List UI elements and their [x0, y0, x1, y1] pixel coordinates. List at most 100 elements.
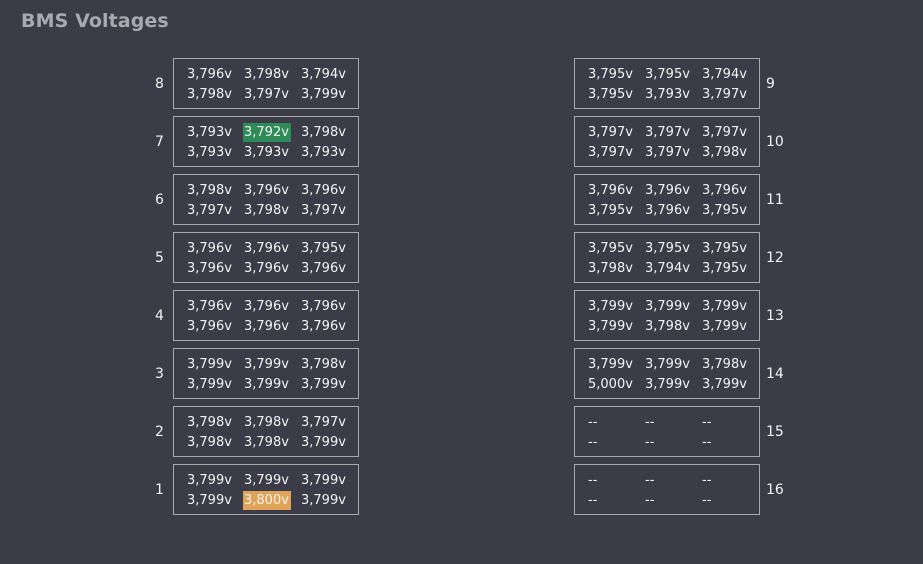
module-row-3: 3 3,799v 3,799v 3,798v 3,799v 3,799v 3,799v [155, 347, 359, 400]
cell-voltage: -- [702, 473, 712, 488]
cell-voltage: 3,799v [702, 377, 747, 392]
cell-voltage: 3,798v [187, 415, 232, 430]
cell-voltage: -- [588, 435, 598, 450]
cell-voltage-min: 3,792v [243, 123, 291, 142]
module-box-10: 3,797v 3,797v 3,797v 3,797v 3,797v 3,798v [574, 116, 760, 167]
cell-voltage: 3,796v [244, 319, 289, 334]
cell-voltage: 3,799v [702, 299, 747, 314]
module-box-5: 3,796v 3,796v 3,795v 3,796v 3,796v 3,796v [173, 232, 359, 283]
module-row-4: 4 3,796v 3,796v 3,796v 3,796v 3,796v 3,796v [155, 289, 359, 342]
cell-row: 3,797v 3,797v 3,797v [587, 123, 759, 143]
cell-row: 5,000v 3,799v 3,799v [587, 375, 759, 395]
module-row-11: 3,796v 3,796v 3,796v 3,795v 3,796v 3,795v 11 [574, 173, 784, 226]
module-row-9: 3,795v 3,795v 3,794v 3,795v 3,793v 3,797v 9 [574, 57, 784, 110]
cell-voltage: 3,798v [187, 435, 232, 450]
right-module-column: 3,795v 3,795v 3,794v 3,795v 3,793v 3,797v 9 3,7… [574, 57, 784, 521]
cell-row: 3,795v 3,793v 3,797v [587, 85, 759, 105]
cell-row: 3,793v 3,792v 3,798v [186, 123, 358, 143]
cell-voltage: 3,796v [301, 183, 346, 198]
cell-voltage: -- [645, 415, 655, 430]
module-number: 3 [155, 365, 164, 382]
cell-voltage: 3,793v [244, 145, 289, 160]
cell-voltage: 3,795v [702, 261, 747, 276]
module-number: 5 [155, 249, 164, 266]
cell-voltage: 3,799v [187, 473, 232, 488]
cell-voltage: -- [588, 473, 598, 488]
cell-row: 3,799v 3,799v 3,799v [587, 297, 759, 317]
cell-row: 3,799v 3,799v 3,798v [186, 355, 358, 375]
module-number: 16 [766, 481, 784, 498]
cell-row: 3,797v 3,798v 3,797v [186, 201, 358, 221]
cell-voltage: -- [645, 473, 655, 488]
module-box-14: 3,799v 3,799v 3,798v 5,000v 3,799v 3,799v [574, 348, 760, 399]
page-title: BMS Voltages [21, 10, 169, 32]
module-box-9: 3,795v 3,795v 3,794v 3,795v 3,793v 3,797v [574, 58, 760, 109]
cell-voltage: 3,799v [187, 493, 232, 508]
module-number: 10 [766, 133, 784, 150]
cell-row: 3,796v 3,796v 3,796v [186, 259, 358, 279]
cell-voltage: 3,795v [588, 203, 633, 218]
cell-voltage: -- [702, 415, 712, 430]
cell-row: 3,799v 3,800v 3,799v [186, 491, 358, 511]
cell-voltage: -- [702, 435, 712, 450]
cell-voltage: 3,798v [702, 145, 747, 160]
cell-voltage: 3,797v [588, 145, 633, 160]
cell-voltage: 3,795v [588, 67, 633, 82]
cell-voltage: 3,799v [244, 377, 289, 392]
cell-voltage: 3,797v [588, 125, 633, 140]
cell-row: 3,799v 3,799v 3,799v [186, 375, 358, 395]
cell-voltage: 3,793v [301, 145, 346, 160]
cell-voltage: 3,796v [187, 241, 232, 256]
cell-voltage: 3,798v [301, 125, 346, 140]
cell-voltage: 3,798v [702, 357, 747, 372]
cell-voltage: 3,799v [588, 357, 633, 372]
cell-voltage: 3,798v [301, 357, 346, 372]
module-row-16: -- -- -- -- -- -- 16 [574, 463, 784, 516]
module-row-8: 8 3,796v 3,798v 3,794v 3,798v 3,797v 3,799v [155, 57, 359, 110]
cell-row: 3,796v 3,796v 3,796v [587, 181, 759, 201]
cell-voltage: 3,799v [301, 473, 346, 488]
cell-voltage: 3,799v [187, 377, 232, 392]
cell-voltage: 3,793v [187, 145, 232, 160]
cell-voltage: 3,795v [702, 203, 747, 218]
cell-voltage: 3,797v [645, 145, 690, 160]
module-row-13: 3,799v 3,799v 3,799v 3,799v 3,798v 3,799v 13 [574, 289, 784, 342]
module-box-4: 3,796v 3,796v 3,796v 3,796v 3,796v 3,796v [173, 290, 359, 341]
module-box-15: -- -- -- -- -- -- [574, 406, 760, 457]
cell-voltage: 3,797v [702, 125, 747, 140]
cell-voltage: 3,796v [187, 319, 232, 334]
cell-voltage: 3,795v [301, 241, 346, 256]
cell-row: 3,799v 3,799v 3,798v [587, 355, 759, 375]
module-box-12: 3,795v 3,795v 3,795v 3,798v 3,794v 3,795v [574, 232, 760, 283]
cell-row: 3,798v 3,794v 3,795v [587, 259, 759, 279]
cell-voltage: 3,796v [301, 299, 346, 314]
module-number: 4 [155, 307, 164, 324]
cell-voltage: 3,796v [702, 183, 747, 198]
cell-voltage: 3,795v [702, 241, 747, 256]
cell-voltage: 3,795v [645, 67, 690, 82]
cell-voltage: 3,798v [645, 319, 690, 334]
cell-voltage: 3,798v [244, 203, 289, 218]
cell-voltage: 3,794v [645, 261, 690, 276]
cell-voltage: 3,799v [588, 299, 633, 314]
cell-voltage: 3,799v [301, 377, 346, 392]
cell-row: 3,798v 3,798v 3,797v [186, 413, 358, 433]
module-number: 8 [155, 75, 164, 92]
cell-row: 3,793v 3,793v 3,793v [186, 143, 358, 163]
cell-voltage: 3,797v [645, 125, 690, 140]
cell-row: -- -- -- [587, 471, 759, 491]
module-row-14: 3,799v 3,799v 3,798v 5,000v 3,799v 3,799v 14 [574, 347, 784, 400]
cell-voltage: 3,793v [187, 125, 232, 140]
module-box-16: -- -- -- -- -- -- [574, 464, 760, 515]
cell-voltage: 3,798v [187, 87, 232, 102]
module-row-2: 2 3,798v 3,798v 3,797v 3,798v 3,798v 3,799v [155, 405, 359, 458]
cell-voltage: 3,796v [645, 203, 690, 218]
cell-row: 3,798v 3,796v 3,796v [186, 181, 358, 201]
cell-row: 3,798v 3,798v 3,799v [186, 433, 358, 453]
cell-voltage: 3,797v [702, 87, 747, 102]
cell-row: 3,797v 3,797v 3,798v [587, 143, 759, 163]
cell-voltage: 3,796v [187, 299, 232, 314]
cell-row: 3,799v 3,798v 3,799v [587, 317, 759, 337]
cell-voltage: 3,795v [588, 241, 633, 256]
cell-voltage: 3,799v [588, 319, 633, 334]
